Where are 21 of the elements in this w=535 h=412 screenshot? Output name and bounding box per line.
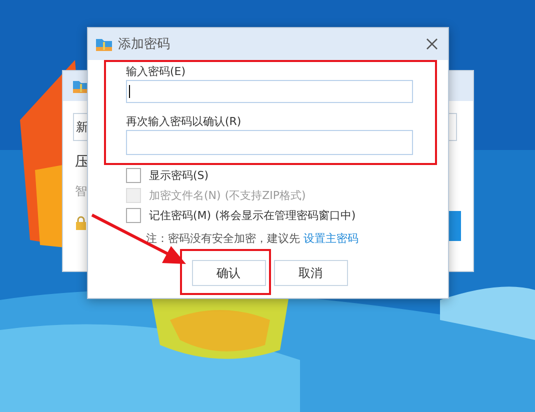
option-label: 加密文件名(N) — [149, 188, 221, 203]
confirm-button[interactable]: 确认 — [192, 260, 266, 286]
lock-icon — [75, 216, 87, 230]
cancel-button[interactable]: 取消 — [274, 260, 348, 286]
field-label: 输入密码(E) — [126, 65, 187, 79]
option-hint: (不支持ZIP格式) — [224, 188, 306, 203]
checkbox[interactable] — [126, 208, 141, 223]
checkbox[interactable] — [126, 168, 141, 183]
folder-icon — [96, 37, 112, 51]
option-hint: (将会显示在管理密码窗口中) — [215, 208, 356, 223]
option-label: 显示密码(S) — [149, 168, 209, 183]
close-icon[interactable] — [426, 38, 438, 50]
password-field[interactable] — [126, 130, 413, 155]
option-label: 记住密码(M) — [149, 208, 212, 223]
link[interactable]: 设置主密码 — [304, 232, 358, 245]
label: 智 — [75, 183, 87, 200]
field-label: 再次输入密码以确认(R) — [126, 115, 242, 129]
window-title: 添加密码 — [118, 36, 171, 53]
label: 压 — [75, 153, 89, 171]
password-field[interactable] — [126, 80, 413, 103]
text-cursor — [129, 85, 130, 98]
